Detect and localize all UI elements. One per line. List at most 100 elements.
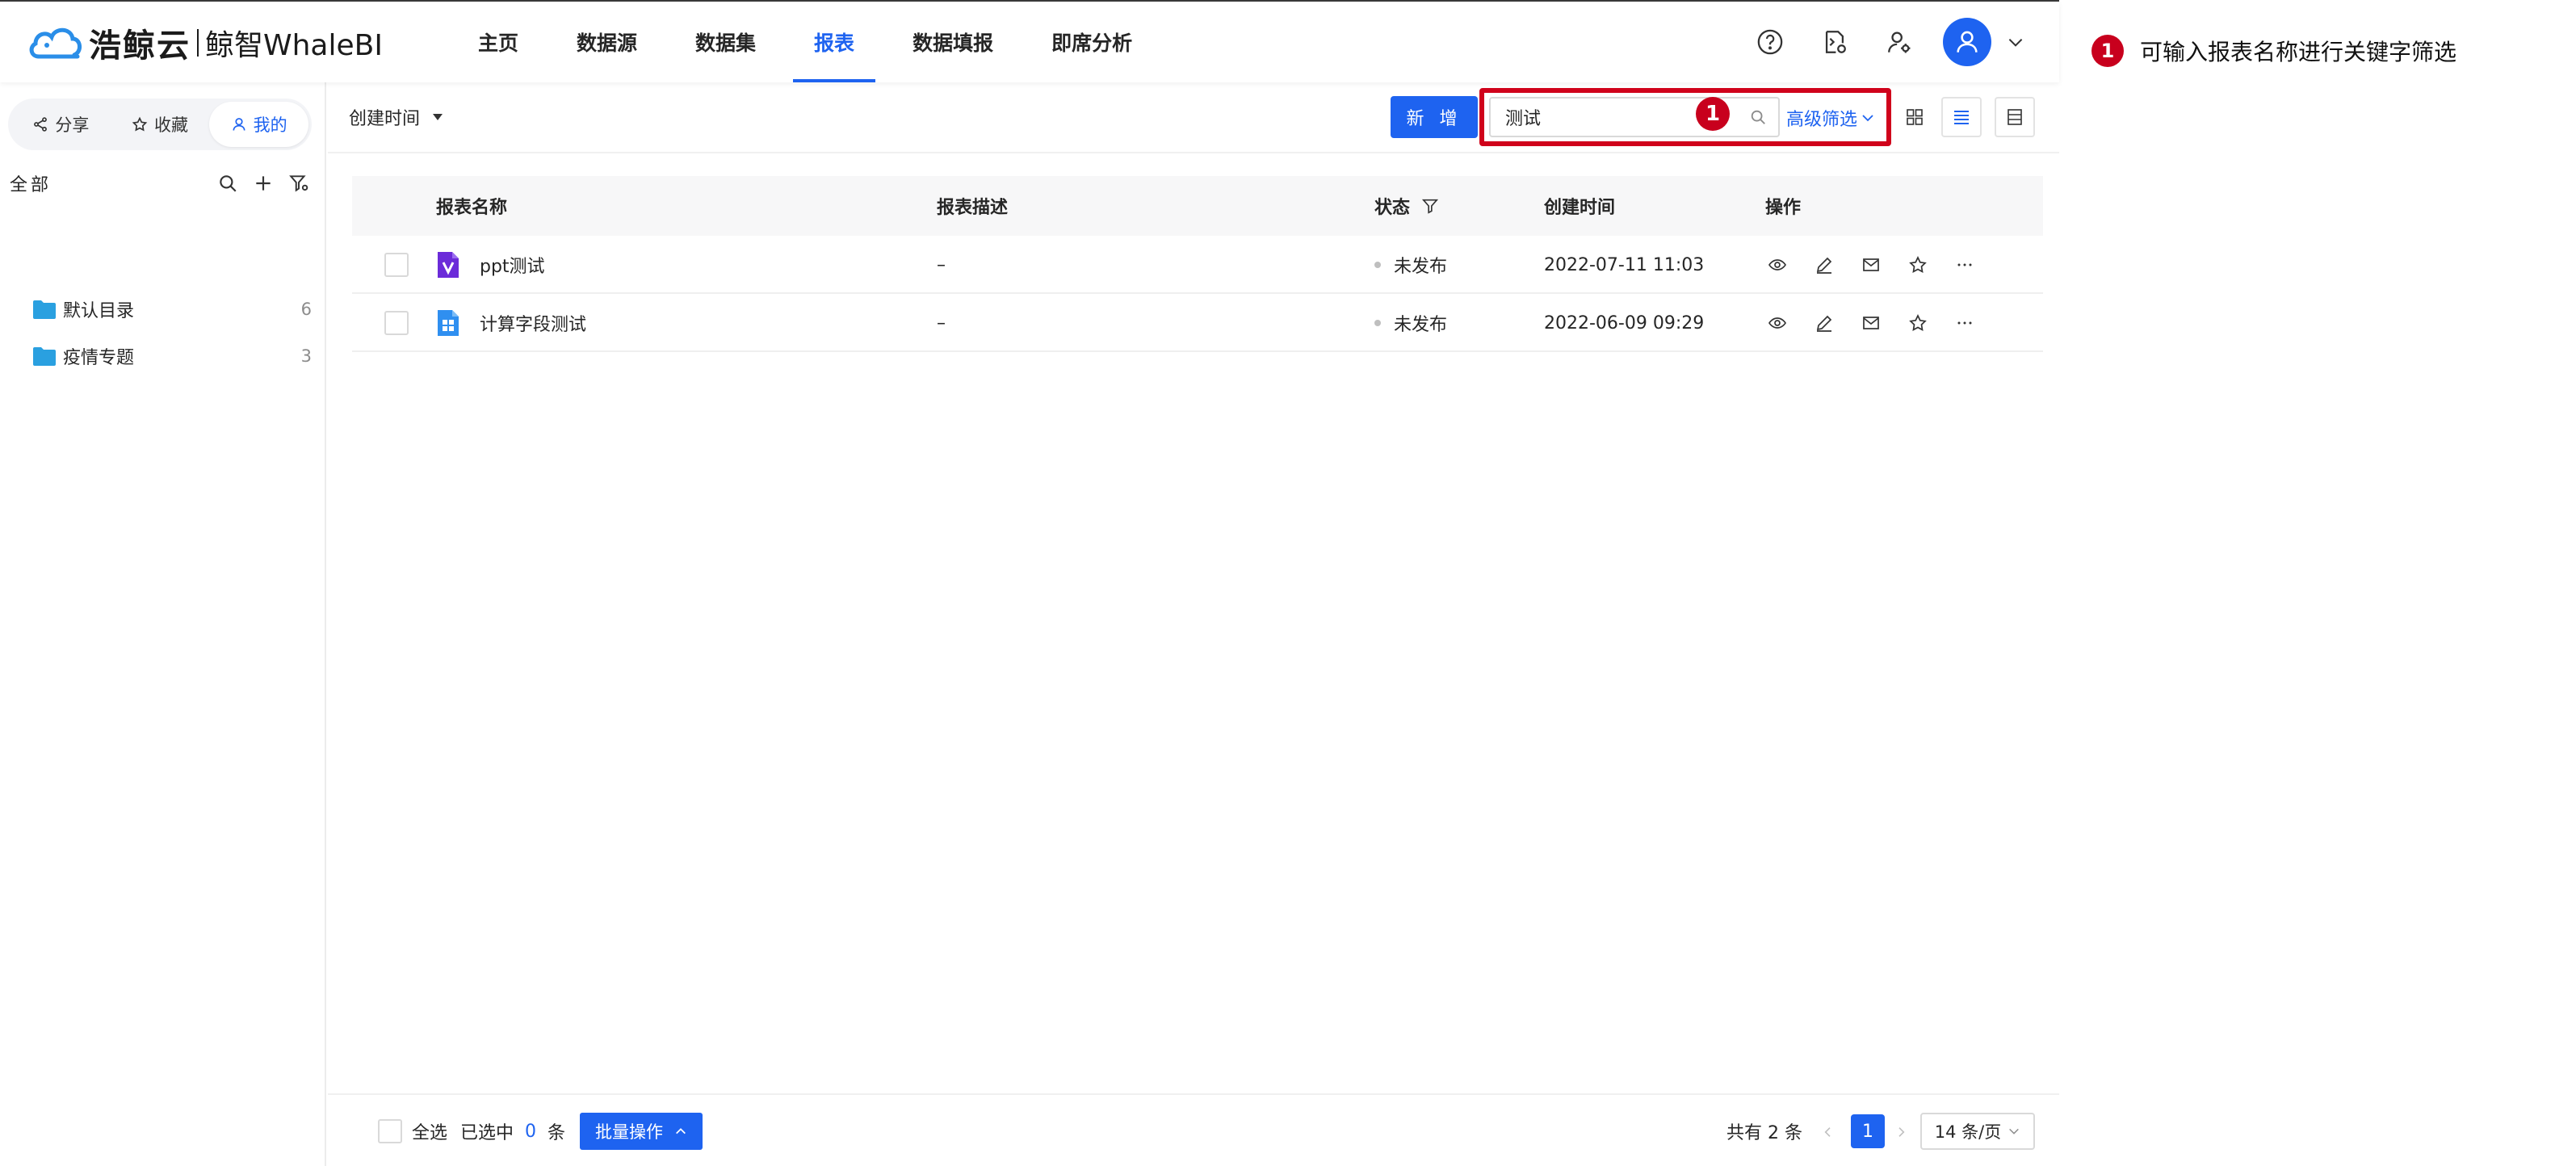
- table-icon: [2008, 109, 2022, 125]
- sidebar: 分享 收藏 我的 全部 默认目录 6 疫情专题 3: [0, 82, 326, 1166]
- report-manage-icon[interactable]: [1802, 2, 1867, 82]
- sort-label: 创建时间: [349, 109, 421, 129]
- edit-pencil-icon[interactable]: [1801, 294, 1848, 352]
- select-all-label[interactable]: 全选: [412, 1119, 447, 1143]
- ppt-report-icon: [438, 252, 459, 278]
- page-size-select[interactable]: 14 条/页: [1920, 1113, 2035, 1150]
- app-window: 浩鲸云 鲸智WhaleBI 主页 数据源 数据集 报表 数据填报 即席分析 分享…: [0, 0, 2059, 1166]
- column-header-actions: 操作: [1765, 198, 1802, 218]
- nav-datasource[interactable]: 数据源: [548, 2, 666, 82]
- table-header: 报表名称 报表描述 状态 创建时间 操作: [352, 176, 2043, 236]
- dashboard-report-icon: [438, 310, 459, 336]
- caret-down-icon: [433, 114, 443, 120]
- report-table: 报表名称 报表描述 状态 创建时间 操作 ppt测试 – 未发布 2022-07…: [352, 176, 2043, 352]
- selected-info: 已选中 0 条: [460, 1119, 565, 1144]
- report-name[interactable]: ppt测试: [480, 252, 545, 278]
- folder-count: 6: [300, 300, 312, 319]
- table-row[interactable]: 计算字段测试 – 未发布 2022-06-09 09:29: [352, 294, 2043, 352]
- sort-dropdown[interactable]: 创建时间: [349, 103, 444, 131]
- chevron-up-icon: [676, 1128, 686, 1135]
- sidebar-tab-group: 分享 收藏 我的: [8, 99, 312, 150]
- column-header-status: 状态: [1374, 176, 1439, 236]
- avatar[interactable]: [1943, 18, 1991, 66]
- folder-icon: [33, 300, 56, 319]
- list-view-button[interactable]: [1941, 97, 1982, 137]
- preview-eye-icon[interactable]: [1754, 236, 1801, 294]
- mail-icon[interactable]: [1848, 294, 1894, 352]
- batch-operation-label: 批量操作: [595, 1122, 663, 1142]
- folder-icon: [33, 347, 56, 366]
- nav-dataset[interactable]: 数据集: [666, 2, 785, 82]
- tab-share-label: 分享: [55, 115, 90, 135]
- filter-icon[interactable]: [1421, 197, 1439, 215]
- tab-favorites-label: 收藏: [154, 115, 188, 135]
- more-icon[interactable]: [1941, 236, 1988, 294]
- tab-mine[interactable]: 我的: [209, 102, 309, 147]
- status-text: 未发布: [1394, 315, 1448, 335]
- list-icon: [1954, 111, 1969, 124]
- annotation-note: 1 可输入报表名称进行关键字筛选: [2091, 32, 2456, 69]
- chevron-down-icon[interactable]: [1991, 2, 2040, 82]
- page-number-current[interactable]: 1: [1851, 1114, 1885, 1148]
- grid-view-button[interactable]: [1894, 97, 1935, 137]
- select-all-checkbox[interactable]: [378, 1119, 402, 1143]
- logo-text-cn: 浩鲸云: [89, 27, 191, 65]
- chevron-down-icon: [2009, 1128, 2020, 1135]
- star-icon: [132, 116, 148, 132]
- user-icon: [233, 118, 245, 131]
- nav-home[interactable]: 主页: [449, 2, 548, 82]
- add-icon[interactable]: [245, 166, 281, 201]
- preview-eye-icon[interactable]: [1754, 294, 1801, 352]
- main-content: 创建时间 新 增 1 高级筛选: [328, 82, 2059, 1166]
- report-desc: –: [937, 254, 946, 275]
- header-actions: [1738, 2, 2059, 82]
- edit-pencil-icon[interactable]: [1801, 236, 1848, 294]
- column-header-desc: 报表描述: [937, 198, 1009, 218]
- mail-icon[interactable]: [1848, 236, 1894, 294]
- column-header-name: 报表名称: [436, 198, 508, 218]
- tab-mine-label: 我的: [253, 115, 287, 135]
- report-name[interactable]: 计算字段测试: [480, 310, 586, 336]
- detail-view-button[interactable]: [1995, 97, 2035, 137]
- tab-favorites[interactable]: 收藏: [111, 102, 210, 147]
- new-report-button[interactable]: 新 增: [1391, 96, 1478, 138]
- share-icon: [34, 117, 48, 132]
- star-icon[interactable]: [1894, 294, 1941, 352]
- selected-prefix: 已选中: [460, 1123, 514, 1143]
- report-desc: –: [937, 312, 946, 333]
- nav-data-entry[interactable]: 数据填报: [883, 2, 1022, 82]
- total-count: 共有 2 条: [1726, 1123, 1802, 1143]
- table-row[interactable]: ppt测试 – 未发布 2022-07-11 11:03: [352, 236, 2043, 294]
- help-icon[interactable]: [1738, 2, 1802, 82]
- nav-report[interactable]: 报表: [785, 2, 883, 82]
- column-header-status-label: 状态: [1374, 198, 1411, 218]
- filter-settings-icon[interactable]: [281, 166, 317, 201]
- page-size-label: 14 条/页: [1934, 1122, 2002, 1142]
- app-logo[interactable]: 浩鲸云 鲸智WhaleBI: [27, 23, 383, 65]
- highlight-frame: [1479, 88, 1891, 146]
- grid-icon: [1907, 109, 1923, 125]
- tab-share[interactable]: 分享: [11, 102, 111, 147]
- tree-header: 全部: [10, 163, 317, 203]
- row-actions: [1754, 236, 1988, 294]
- selected-count: 0: [525, 1121, 537, 1142]
- logo-text-en: 鲸智WhaleBI: [205, 29, 383, 62]
- nav-adhoc-analysis[interactable]: 即席分析: [1022, 2, 1161, 82]
- folder-count: 3: [300, 346, 312, 366]
- row-checkbox[interactable]: [384, 311, 409, 335]
- annotation-text: 可输入报表名称进行关键字筛选: [2140, 39, 2457, 65]
- folder-item[interactable]: 默认目录 6: [32, 288, 312, 330]
- row-checkbox[interactable]: [384, 253, 409, 277]
- user-settings-icon[interactable]: [1867, 2, 1932, 82]
- more-icon[interactable]: [1941, 294, 1988, 352]
- next-page-icon[interactable]: [1885, 1116, 1917, 1148]
- row-actions: [1754, 294, 1988, 352]
- cloud-logo-icon: [29, 27, 82, 59]
- batch-operation-button[interactable]: 批量操作: [580, 1113, 703, 1150]
- star-icon[interactable]: [1894, 236, 1941, 294]
- tree-title[interactable]: 全部: [10, 170, 210, 196]
- prev-page-icon[interactable]: [1812, 1116, 1844, 1148]
- search-icon[interactable]: [210, 166, 245, 201]
- main-nav: 主页 数据源 数据集 报表 数据填报 即席分析: [449, 2, 1161, 82]
- folder-item[interactable]: 疫情专题 3: [32, 335, 312, 377]
